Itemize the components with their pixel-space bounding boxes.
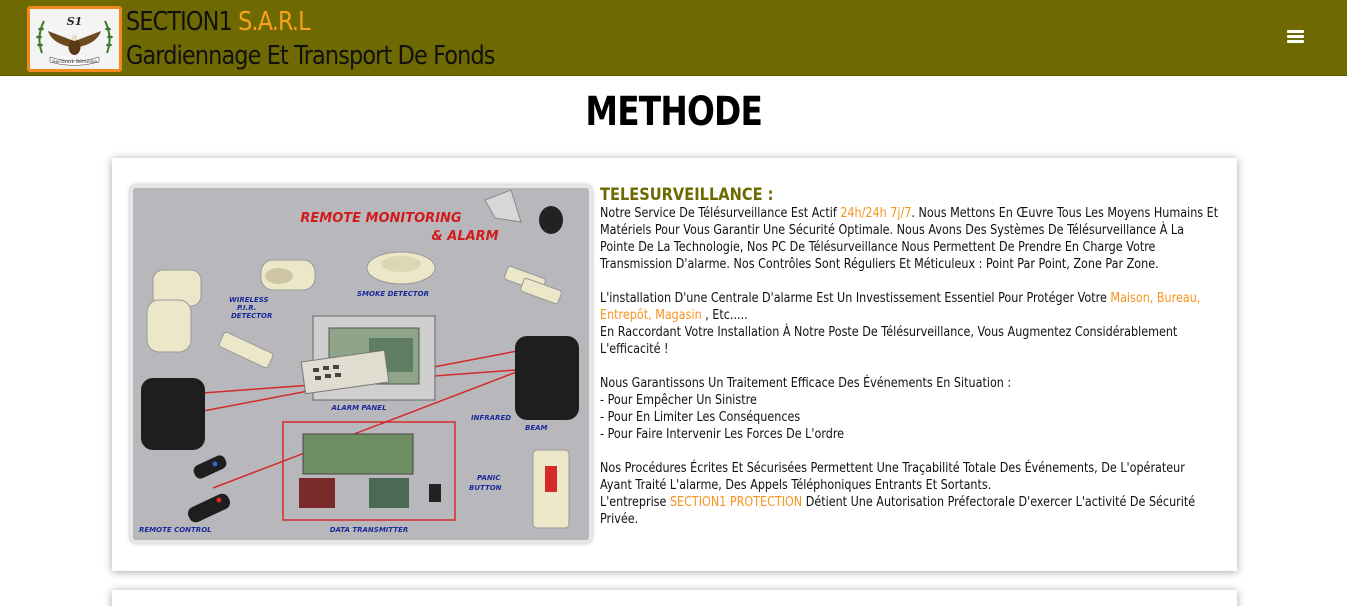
svg-text:SMOKE DETECTOR: SMOKE DETECTOR [357,290,429,298]
list-item: - Pour Faire Intervenir Les Forces De L'… [600,427,845,442]
availability-highlight: 24h/24h 7j/7 [840,206,912,221]
company-highlight: SECTION1 PROTECTION [669,495,803,510]
svg-text:P.I.R.: P.I.R. [237,304,256,312]
brand-suffix: S.A.R.L [238,7,310,37]
svg-text:REMOTE MONITORING: REMOTE MONITORING [300,211,462,226]
svg-text:ALARM PANEL: ALARM PANEL [330,404,386,412]
hamburger-icon [1284,30,1308,43]
svg-text:DETECTOR: DETECTOR [231,312,272,320]
remote-monitoring-image: REMOTE MONITORING & ALARM WIRELESS P.I.R… [130,185,592,543]
svg-text:WIRELESS: WIRELESS [229,296,269,304]
next-card [112,590,1237,606]
paragraph-installation: L'installation D'une Centrale D'alarme E… [600,291,1201,323]
eagle-emblem-icon: Section1 Sécurité S1 [30,9,119,69]
svg-text:S1: S1 [67,15,83,28]
telesurveillance-text: TELESURVEILLANCE : Notre Service De Télé… [600,185,1220,528]
paragraph-authorization: L'entreprise SECTION1 PROTECTION Détient… [600,495,1196,527]
svg-text:REMOTE CONTROL: REMOTE CONTROL [139,526,212,534]
paragraph-connection: En Raccordant Votre Installation À Notre… [600,325,1178,357]
navbar: Section1 Sécurité S1 SECTION1 S.A.R.L Ga… [0,0,1347,76]
menu-toggle-button[interactable] [1284,28,1308,52]
paragraph-procedures: Nos Procédures Écrites Et Sécurisées Per… [600,461,1185,493]
svg-text:Section1 Sécurité: Section1 Sécurité [52,58,97,65]
svg-text:& ALARM: & ALARM [431,229,498,244]
brand-name[interactable]: SECTION1 S.A.R.L [126,6,311,38]
brand-name-text: SECTION1 [126,7,233,37]
section-heading: TELESURVEILLANCE : [600,185,774,205]
list-item: - Pour En Limiter Les Conséquences [600,410,801,425]
svg-text:BEAM: BEAM [525,424,548,432]
svg-text:PANIC: PANIC [477,474,501,482]
telesurveillance-card: REMOTE MONITORING & ALARM WIRELESS P.I.R… [112,158,1237,571]
list-item: - Pour Empêcher Un Sinistre [600,393,757,408]
svg-text:INFRARED: INFRARED [471,414,511,422]
page-title: METHODE [585,89,762,135]
brand-tagline: Gardiennage Et Transport De Fonds [126,41,495,71]
company-logo[interactable]: Section1 Sécurité S1 [27,6,122,72]
paragraph-service: Notre Service De Télésurveillance Est Ac… [600,206,1219,272]
svg-text:BUTTON: BUTTON [469,484,502,492]
paragraph-guarantee-intro: Nous Garantissons Un Traitement Efficace… [600,376,1012,391]
svg-text:DATA TRANSMITTER: DATA TRANSMITTER [330,526,409,534]
alarm-system-illustration: REMOTE MONITORING & ALARM WIRELESS P.I.R… [133,188,589,540]
